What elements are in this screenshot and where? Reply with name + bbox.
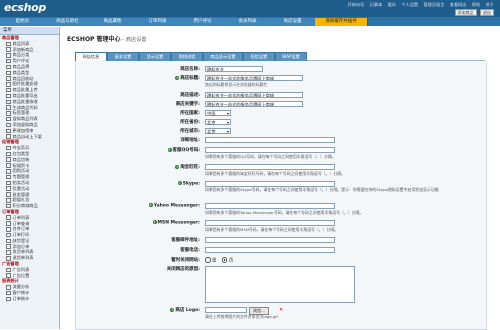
city-select[interactable]: 北京 xyxy=(205,128,231,134)
link-help[interactable]: 帮助 xyxy=(472,2,480,7)
email-label: 客服邮件地址: xyxy=(171,238,200,243)
close-reason-label: 关闭网店的原因: xyxy=(166,267,200,272)
logout-button[interactable]: 退出 xyxy=(480,9,494,16)
nav-tab-members[interactable]: 会员列表 xyxy=(225,18,271,26)
yahoo-input[interactable] xyxy=(205,203,335,209)
qq-hint: 如果您有多个客服的QQ号码，请在每个号码之间使用半角逗号（，）分隔。 xyxy=(205,154,336,159)
qq-input[interactable] xyxy=(205,147,335,153)
shop-name-label: 商店名称: xyxy=(180,67,200,72)
address-label: 详细地址: xyxy=(180,138,200,143)
help-icon[interactable]: ? xyxy=(175,164,180,169)
msn-label: ? MSN Messenger: xyxy=(152,220,200,226)
shop-keywords-label: 商店关键字: xyxy=(175,102,200,107)
nav-tab-orders[interactable]: 订单列表 xyxy=(135,18,181,26)
link-admin-message[interactable]: 管理员留言 xyxy=(423,2,444,7)
close-reason-textarea[interactable] xyxy=(205,266,355,303)
msn-hint: 如果您有多个客服的MSN号码，请在每个号码之间使用半角逗号（，）分隔。 xyxy=(205,227,339,232)
page-title-main: ECSHOP 管理中心 xyxy=(67,36,121,43)
top-bar: ecshop 开始向导 记事本 缓存 个人设置 管理员留言 查看网店 帮助 关于… xyxy=(0,0,500,17)
msn-input[interactable] xyxy=(205,220,335,226)
email-input[interactable] xyxy=(205,237,335,243)
address-input[interactable] xyxy=(205,137,335,143)
closed-radio-group: 是 否 xyxy=(205,257,233,263)
nav-tab-settings[interactable]: 商店设置 xyxy=(270,18,316,26)
top-links: 开始向导 记事本 缓存 个人设置 管理员留言 查看网店 帮助 关于 xyxy=(344,2,494,8)
help-icon[interactable]: ? xyxy=(177,181,182,185)
tab-sms[interactable]: 短信设置 xyxy=(243,52,275,61)
logo-hint: 请在上传前将图片的文件名命名为logo.gif xyxy=(205,314,278,319)
logo-label: ? 商店 Logo: xyxy=(170,307,200,313)
nav-tab-attributes[interactable]: 商品属性 xyxy=(90,18,136,26)
qq-label: ? 客服QQ号码: xyxy=(167,147,200,153)
link-view-shop[interactable]: 查看网店 xyxy=(450,2,467,7)
taobao-label: ? 淘宝旺旺: xyxy=(175,164,200,170)
skype-hint: 如果您有多个客服的Skype号码，请在每个号码之间使用半角逗号（，）分隔。提示：… xyxy=(205,187,439,192)
sidebar-list: 商品管理 商品列表 添加新商品 商品分类 用户评论 商品品牌 商品类型 商品回收站 图片批量处理… xyxy=(0,35,59,302)
help-icon[interactable]: ? xyxy=(167,147,172,152)
country-select[interactable]: 中国 xyxy=(205,110,231,116)
closed-no-label: 否 xyxy=(228,258,234,264)
shop-title-label: ? 商店标题: xyxy=(175,75,200,81)
page-title: ECSHOP 管理中心 - 商店设置 xyxy=(67,34,146,43)
page-title-sub: - 商店设置 xyxy=(120,37,147,43)
closed-yes-radio[interactable] xyxy=(205,257,211,263)
country-label: 所在国家: xyxy=(180,111,200,116)
link-cache[interactable]: 缓存 xyxy=(388,2,396,7)
shop-desc-input[interactable]: 耕耘农业一站式的服务品牌网上商城 xyxy=(205,92,303,98)
help-icon[interactable]: ? xyxy=(152,220,157,224)
tab-shopping-flow[interactable]: 购物流程 xyxy=(171,52,203,61)
settings-tabs: 网店信息 基本设置 显示设置 购物流程 商品显示设置 短信设置 WAP设置 xyxy=(75,52,485,61)
taobao-input[interactable] xyxy=(205,164,335,170)
top-buttons: 添加商品 退出 xyxy=(453,9,494,16)
closed-no-radio[interactable] xyxy=(221,257,228,263)
yahoo-hint: 如果您有多个客服的Yahoo Messenger号码，请在每个号码之间使用半角逗… xyxy=(205,210,364,215)
taobao-hint: 如果您有多个客服的淘宝旺旺号码，请在每个号码之间使用半角逗号（，）分隔。 xyxy=(205,171,346,176)
nav-tab-comments[interactable]: 用户评论 xyxy=(180,18,226,26)
closed-yes-label: 是 xyxy=(211,258,217,264)
tab-shop-info[interactable]: 网店信息 xyxy=(75,52,107,61)
tab-display[interactable]: 显示设置 xyxy=(139,52,171,61)
shop-desc-label: 商店描述: xyxy=(180,93,200,98)
help-icon[interactable]: ? xyxy=(148,203,153,207)
main-nav: 起始页 商品与新栏 商品属性 订单列表 用户评论 会员列表 商店设置 清除缓存共… xyxy=(0,17,500,26)
nav-tab-home[interactable]: 起始页 xyxy=(0,18,46,26)
phone-input[interactable] xyxy=(205,247,335,253)
shop-title-hint: 商店的标题将显示在浏览器的标题栏 xyxy=(205,82,268,87)
ecshop-logo: ecshop xyxy=(4,1,46,14)
link-profile[interactable]: 个人设置 xyxy=(401,2,418,7)
logo-file-input[interactable] xyxy=(205,307,247,313)
city-label: 所在城市: xyxy=(180,129,200,134)
province-label: 所在省份: xyxy=(180,120,200,125)
nav-tab-clear-cache[interactable]: 清除缓存共插件 xyxy=(315,18,368,26)
help-icon[interactable]: ? xyxy=(170,307,175,312)
sidebar-menu: 菜单 商品管理 商品列表 添加新商品 商品分类 用户评论 商品品牌 商品类型 商品回收站 图片批… xyxy=(0,27,60,329)
add-product-button[interactable]: 添加商品 xyxy=(454,9,477,16)
tab-wap[interactable]: WAP设置 xyxy=(275,52,307,61)
link-about[interactable]: 关于 xyxy=(486,2,494,7)
help-icon[interactable]: ? xyxy=(175,75,180,80)
tab-basic[interactable]: 基本设置 xyxy=(107,52,139,61)
shop-title-input[interactable]: 耕耘农业一站式的服务品牌网上商城 xyxy=(205,75,303,81)
closed-label: 暂时关闭网站: xyxy=(171,258,200,263)
nav-tab-products[interactable]: 商品与新栏 xyxy=(45,18,91,26)
delete-logo-icon[interactable]: ✕ xyxy=(279,307,283,313)
tab-product-display[interactable]: 商品显示设置 xyxy=(203,52,243,61)
phone-label: 客服电话: xyxy=(180,248,200,253)
shop-info-form: 商店名称: 耕耘农业 ? 商店标题: 耕耘农业一站式的服务品牌网上商城 商店的标题… xyxy=(75,61,487,330)
link-wizard[interactable]: 开始向导 xyxy=(348,2,365,7)
link-notepad[interactable]: 记事本 xyxy=(370,2,383,7)
sidebar-item[interactable]: 订单统计 xyxy=(0,296,59,302)
skype-label: ? Skype: xyxy=(177,181,200,187)
province-select[interactable]: 北京 xyxy=(205,119,231,125)
sidebar-title: 菜单 xyxy=(0,27,59,35)
shop-keywords-input[interactable]: 耕耘农业一站式的服务品牌网上商城 xyxy=(205,101,303,107)
shop-name-input[interactable]: 耕耘农业 xyxy=(205,66,263,72)
yahoo-label: ? Yahoo Messenger: xyxy=(148,203,200,209)
main-content: ECSHOP 管理中心 - 商店设置 网店信息 基本设置 显示设置 购物流程 商… xyxy=(61,27,500,330)
